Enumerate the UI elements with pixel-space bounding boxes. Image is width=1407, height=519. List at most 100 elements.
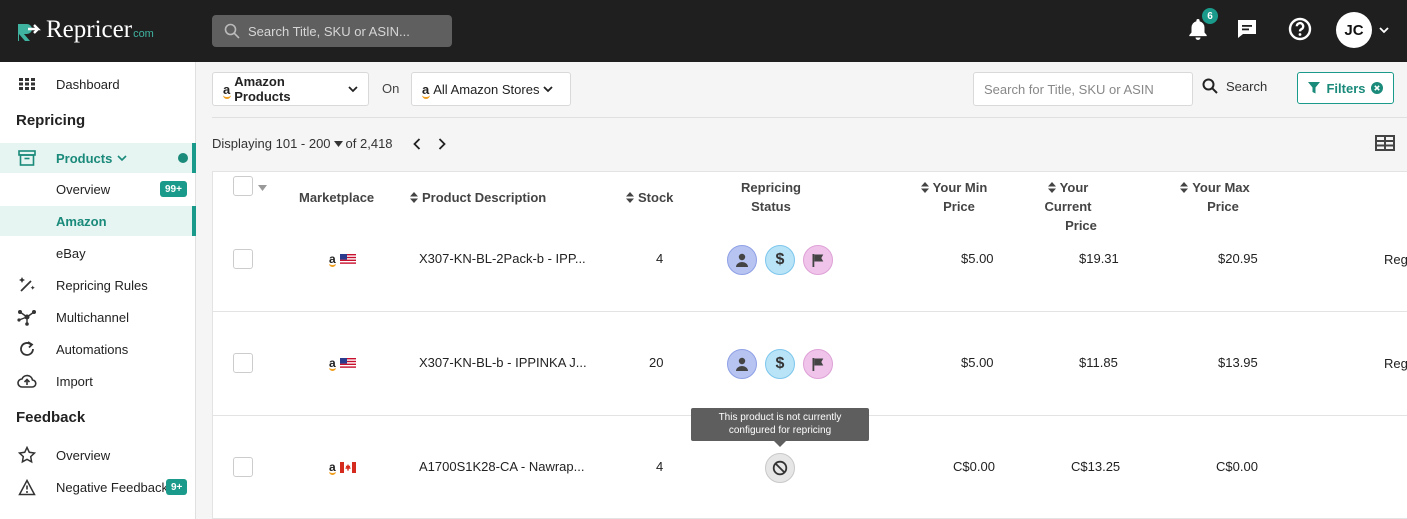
sidebar-item-import[interactable]: Import: [0, 366, 196, 396]
header-label: Price: [1065, 218, 1097, 233]
current-price: $11.85: [1079, 355, 1118, 370]
min-price: C$0.00: [953, 459, 995, 474]
dollar-icon[interactable]: $: [765, 349, 795, 379]
product-source-dropdown[interactable]: a Amazon Products: [212, 72, 369, 106]
previous-page-button[interactable]: [407, 134, 427, 154]
help-button[interactable]: [1287, 16, 1313, 42]
current-price: C$13.25: [1071, 459, 1121, 474]
sidebar-item-amazon[interactable]: Amazon: [0, 206, 196, 236]
amazon-logo-icon: a: [329, 460, 336, 475]
column-header-max-price[interactable]: Your Max Price: [1180, 178, 1250, 216]
funnel-icon: [1308, 82, 1321, 94]
sidebar-label: Negative Feedback: [56, 479, 169, 495]
toolbar-divider: [212, 117, 1407, 118]
top-bar: Repricer com 6 JC: [0, 0, 1407, 62]
magic-wand-icon: [17, 275, 37, 295]
column-header-stock[interactable]: Stock: [626, 188, 673, 207]
brand-suffix: com: [133, 28, 154, 40]
global-search-input[interactable]: [248, 23, 438, 39]
sort-icon: [1180, 182, 1189, 193]
row-checkbox[interactable]: [233, 353, 253, 373]
chevron-down-icon: [117, 155, 127, 162]
sidebar-label: Overview: [56, 181, 111, 197]
user-icon[interactable]: [727, 349, 757, 379]
chevron-down-icon[interactable]: [1378, 24, 1390, 36]
header-label: Repricing: [741, 180, 801, 195]
row-checkbox[interactable]: [233, 249, 253, 269]
product-description[interactable]: A1700S1K28-CA - Nawrap...: [419, 459, 584, 474]
sidebar-item-dashboard[interactable]: Dashboard: [0, 69, 196, 99]
chevron-left-icon: [413, 138, 421, 150]
messages-button[interactable]: [1234, 16, 1260, 42]
store-label: All Amazon Stores: [433, 81, 540, 97]
stock-value: 4: [656, 459, 664, 474]
repricing-status-tooltip: This product is not currently configured…: [691, 408, 869, 447]
pagination-total: of 2,418: [345, 136, 393, 151]
header-label: Status: [751, 199, 791, 214]
store-dropdown[interactable]: a All Amazon Stores: [411, 72, 571, 106]
cloud-upload-icon: [17, 371, 37, 391]
tooltip-line: This product is not currently: [718, 412, 842, 423]
filters-button[interactable]: Filters: [1297, 72, 1394, 104]
refresh-icon: [17, 339, 37, 359]
chevron-down-icon: [543, 86, 554, 93]
sort-icon: [1047, 182, 1056, 193]
overview-badge: 99+: [160, 181, 187, 197]
select-all-checkbox[interactable]: [233, 176, 253, 196]
stock-value: 4: [656, 251, 664, 266]
product-description[interactable]: X307-KN-BL-b - IPPINKA J...: [419, 355, 587, 370]
page-size-dropdown[interactable]: 101 - 200: [276, 136, 346, 151]
stock-value: 20: [649, 355, 664, 370]
us-flag-icon: [339, 357, 356, 369]
status-dot: [178, 153, 188, 163]
flag-icon[interactable]: [803, 245, 833, 275]
min-price: $5.00: [961, 251, 994, 266]
on-label: On: [382, 81, 400, 96]
sidebar-item-automations[interactable]: Automations: [0, 334, 196, 364]
brand-logo[interactable]: Repricer com: [16, 17, 154, 43]
min-price: $5.00: [961, 355, 994, 370]
column-header-marketplace[interactable]: Marketplace: [299, 188, 374, 207]
ban-icon[interactable]: [765, 453, 795, 483]
sidebar-item-multichannel[interactable]: Multichannel: [0, 302, 196, 332]
sidebar-item-ebay[interactable]: eBay: [0, 238, 196, 268]
sidebar-label: Automations: [56, 341, 129, 357]
column-header-current-price[interactable]: Your Current Price: [1023, 178, 1113, 235]
row-divider: [213, 311, 1407, 312]
network-icon: [17, 307, 37, 327]
sidebar-label: Overview: [56, 447, 111, 463]
amazon-logo-icon: a: [329, 252, 336, 267]
main-content: a Amazon Products On a All Amazon Stores…: [212, 62, 1407, 519]
max-price: C$0.00: [1216, 459, 1258, 474]
sidebar-item-repricing-rules[interactable]: Repricing Rules: [0, 270, 196, 300]
global-search[interactable]: [212, 15, 452, 47]
header-label: Your Max: [1192, 180, 1250, 195]
next-page-button[interactable]: [432, 134, 452, 154]
close-circle-icon[interactable]: [1370, 82, 1383, 94]
user-icon[interactable]: [727, 245, 757, 275]
product-source-label: Amazon Products: [234, 74, 291, 104]
table-view-icon[interactable]: [1375, 134, 1395, 152]
notifications-badge: 6: [1202, 8, 1218, 24]
column-header-min-price[interactable]: Your Min Price: [919, 178, 989, 216]
chevron-right-icon: [438, 138, 446, 150]
column-header-product-description[interactable]: Product Description: [410, 188, 546, 207]
sort-icon: [920, 182, 929, 193]
row-checkbox[interactable]: [233, 457, 253, 477]
caret-down-icon[interactable]: [258, 185, 267, 191]
sidebar-item-negative-feedback[interactable]: Negative Feedback 9+: [0, 472, 196, 502]
sidebar-item-feedback-overview[interactable]: Overview: [0, 440, 196, 470]
negative-feedback-badge: 9+: [166, 479, 188, 495]
column-header-repricing-status[interactable]: Repricing Status: [731, 178, 811, 216]
sidebar-item-products[interactable]: Products: [0, 143, 196, 173]
sidebar-item-overview[interactable]: Overview 99+: [0, 174, 196, 204]
product-search-input[interactable]: [973, 72, 1193, 106]
product-description[interactable]: X307-KN-BL-2Pack-b - IPP...: [419, 251, 586, 266]
max-price: $13.95: [1218, 355, 1258, 370]
search-button[interactable]: Search: [1202, 78, 1267, 94]
grid-icon: [17, 74, 37, 94]
flag-icon[interactable]: [803, 349, 833, 379]
user-avatar[interactable]: JC: [1336, 12, 1372, 48]
sidebar-label: Products: [56, 150, 113, 166]
dollar-icon[interactable]: $: [765, 245, 795, 275]
